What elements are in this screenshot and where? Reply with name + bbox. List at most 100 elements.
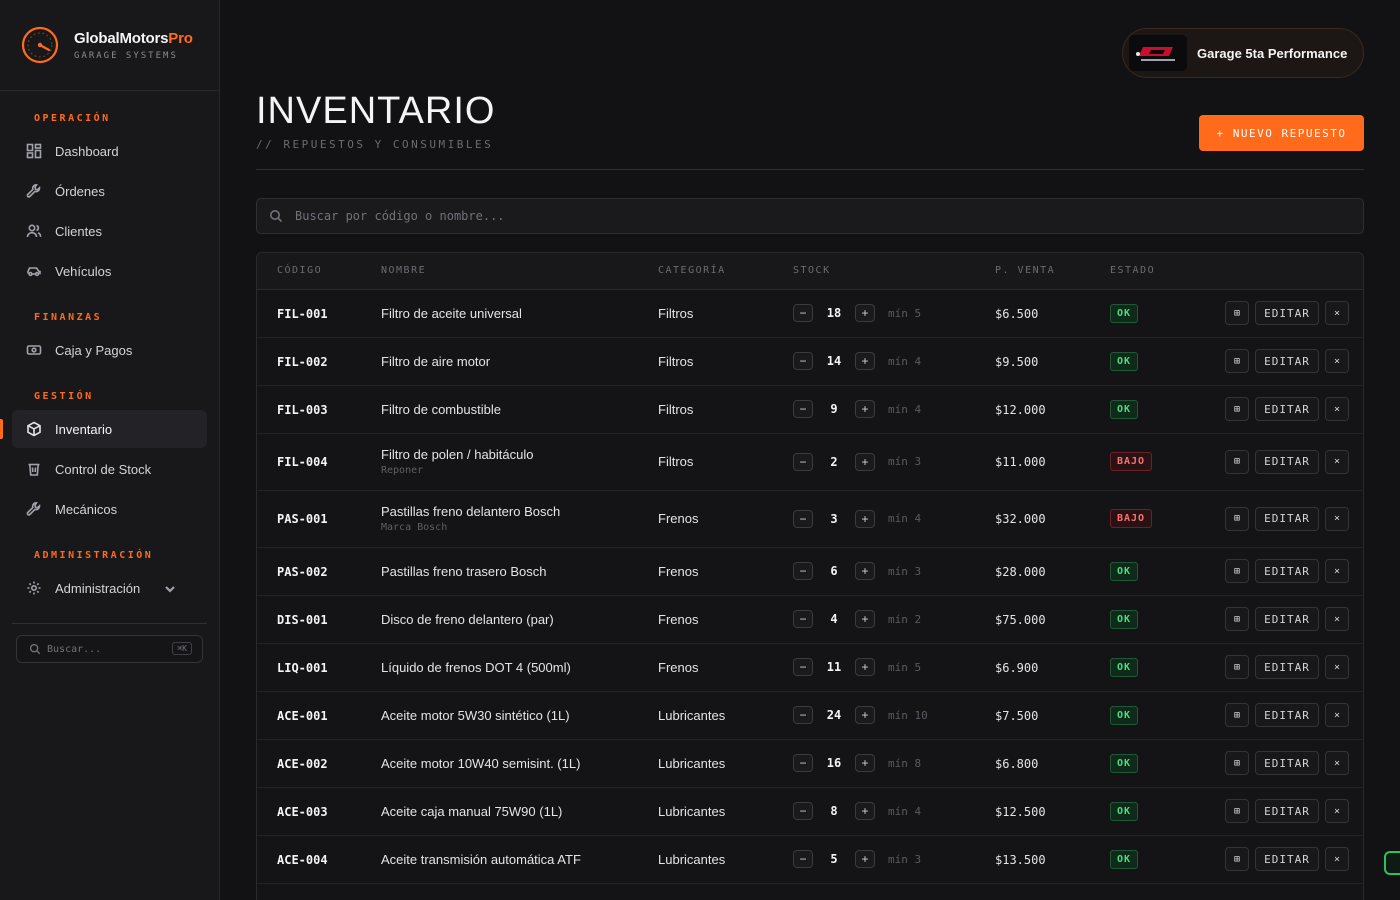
column-header-nombre[interactable]: NOMBRE <box>381 253 658 290</box>
delete-button[interactable]: × <box>1325 655 1349 679</box>
sidebar-item-ordenes[interactable]: Órdenes <box>12 172 207 210</box>
edit-button[interactable]: EDITAR <box>1255 506 1319 531</box>
edit-button[interactable]: EDITAR <box>1255 397 1319 421</box>
garage-selector[interactable]: Garage 5ta Performance <box>1122 28 1364 78</box>
barcode-button[interactable]: ⊞ <box>1225 349 1249 373</box>
table-row[interactable]: ACE-002 Aceite motor 10W40 semisint. (1L… <box>257 739 1363 788</box>
barcode-button[interactable]: ⊞ <box>1225 301 1249 325</box>
sidebar-item-control-stock[interactable]: Control de Stock <box>12 450 207 488</box>
decrement-button[interactable]: − <box>793 304 813 322</box>
decrement-button[interactable]: − <box>793 610 813 628</box>
barcode-button[interactable]: ⊞ <box>1225 397 1249 421</box>
delete-button[interactable]: × <box>1325 349 1349 373</box>
barcode-button[interactable]: ⊞ <box>1225 655 1249 679</box>
table-row[interactable]: FIL-002 Filtro de aire motor Filtros − 1… <box>257 337 1363 386</box>
table-row[interactable]: LIQ-001 Líquido de frenos DOT 4 (500ml) … <box>257 643 1363 692</box>
delete-button[interactable]: × <box>1325 559 1349 583</box>
decrement-button[interactable]: − <box>793 754 813 772</box>
increment-button[interactable]: + <box>855 509 875 528</box>
sidebar-item-inventario[interactable]: Inventario <box>0 410 207 448</box>
delete-button[interactable]: × <box>1325 397 1349 421</box>
column-header-categoria[interactable]: CATEGORÍA <box>658 253 793 290</box>
decrement-button[interactable]: − <box>793 802 813 820</box>
edit-button[interactable]: EDITAR <box>1255 655 1319 679</box>
delete-button[interactable]: × <box>1325 751 1349 775</box>
decrement-button[interactable]: − <box>793 452 813 471</box>
increment-button[interactable]: + <box>855 562 875 580</box>
floating-side-tab[interactable] <box>1384 851 1400 875</box>
edit-button[interactable]: EDITAR <box>1255 751 1319 775</box>
table-row[interactable]: ACE-004 Aceite transmisión automática AT… <box>257 835 1363 884</box>
table-row[interactable]: ACE-001 Aceite motor 5W30 sintético (1L)… <box>257 691 1363 740</box>
delete-button[interactable]: × <box>1325 449 1349 474</box>
column-header-stock[interactable]: STOCK <box>793 253 995 290</box>
brand[interactable]: GlobalMotorsPro GARAGE SYSTEMS <box>0 0 219 91</box>
barcode-button[interactable]: ⊞ <box>1225 559 1249 583</box>
delete-button[interactable]: × <box>1325 847 1349 871</box>
decrement-button[interactable]: − <box>793 706 813 724</box>
column-header-codigo[interactable]: CÓDIGO <box>257 253 381 290</box>
table-row[interactable]: FIL-004 Filtro de polen / habitáculo Rep… <box>257 433 1363 491</box>
table-row[interactable]: ACE-003 Aceite caja manual 75W90 (1L) Lu… <box>257 787 1363 836</box>
increment-button[interactable]: + <box>855 610 875 628</box>
increment-button[interactable]: + <box>855 304 875 322</box>
decrement-button[interactable]: − <box>793 509 813 528</box>
decrement-button[interactable]: − <box>793 400 813 418</box>
sidebar-item-dashboard[interactable]: Dashboard <box>12 132 207 170</box>
increment-button[interactable]: + <box>855 400 875 418</box>
edit-button[interactable]: EDITAR <box>1255 607 1319 631</box>
delete-button[interactable]: × <box>1325 607 1349 631</box>
barcode-button[interactable]: ⊞ <box>1225 449 1249 474</box>
garage-logo <box>1129 35 1187 71</box>
close-icon: × <box>1333 565 1341 577</box>
column-header-estado[interactable]: ESTADO <box>1110 253 1190 290</box>
decrement-button[interactable]: − <box>793 352 813 370</box>
table-row[interactable]: FIL-001 Filtro de aceite universal Filtr… <box>257 289 1363 338</box>
sidebar-item-clientes[interactable]: Clientes <box>12 212 207 250</box>
increment-button[interactable]: + <box>855 802 875 820</box>
sidebar-item-vehiculos[interactable]: Vehículos <box>12 252 207 290</box>
barcode-button[interactable]: ⊞ <box>1225 751 1249 775</box>
delete-button[interactable]: × <box>1325 301 1349 325</box>
table-row[interactable]: FIL-003 Filtro de combustible Filtros − … <box>257 385 1363 434</box>
sidebar-item-administracion[interactable]: Administración <box>12 569 207 607</box>
increment-button[interactable]: + <box>855 352 875 370</box>
sidebar-item-caja-pagos[interactable]: Caja y Pagos <box>12 331 207 369</box>
column-header-precio[interactable]: P. VENTA <box>995 253 1110 290</box>
barcode-button[interactable]: ⊞ <box>1225 847 1249 871</box>
increment-button[interactable]: + <box>855 850 875 868</box>
edit-button[interactable]: EDITAR <box>1255 301 1319 325</box>
table-row[interactable]: DIS-001 Disco de freno delantero (par) F… <box>257 595 1363 644</box>
status-badge: OK <box>1110 705 1139 725</box>
new-part-button[interactable]: + NUEVO REPUESTO <box>1199 115 1364 151</box>
edit-button[interactable]: EDITAR <box>1255 799 1319 823</box>
table-row[interactable]: PAS-002 Pastillas freno trasero Bosch Fr… <box>257 547 1363 596</box>
stock-stepper: − 16 + mín 8 <box>793 754 995 772</box>
edit-button[interactable]: EDITAR <box>1255 349 1319 373</box>
delete-button[interactable]: × <box>1325 703 1349 727</box>
decrement-button[interactable]: − <box>793 562 813 580</box>
barcode-button[interactable]: ⊞ <box>1225 703 1249 727</box>
main-content: Garage 5ta Performance INVENTARIO // REP… <box>220 0 1400 900</box>
edit-button[interactable]: EDITAR <box>1255 847 1319 871</box>
edit-button[interactable]: EDITAR <box>1255 559 1319 583</box>
inventory-search[interactable] <box>256 198 1364 234</box>
grid-icon: ⊞ <box>1233 565 1241 577</box>
barcode-button[interactable]: ⊞ <box>1225 799 1249 823</box>
barcode-button[interactable]: ⊞ <box>1225 506 1249 531</box>
delete-button[interactable]: × <box>1325 799 1349 823</box>
sidebar-item-mecanicos[interactable]: Mecánicos <box>12 490 207 528</box>
edit-button[interactable]: EDITAR <box>1255 703 1319 727</box>
table-row[interactable]: PAS-001 Pastillas freno delantero Bosch … <box>257 490 1363 548</box>
inventory-search-input[interactable] <box>295 209 1363 223</box>
increment-button[interactable]: + <box>855 706 875 724</box>
sidebar-search-input[interactable]: Buscar... ⌘K <box>16 635 203 663</box>
edit-button[interactable]: EDITAR <box>1255 449 1319 474</box>
delete-button[interactable]: × <box>1325 506 1349 531</box>
decrement-button[interactable]: − <box>793 658 813 676</box>
increment-button[interactable]: + <box>855 754 875 772</box>
increment-button[interactable]: + <box>855 658 875 676</box>
barcode-button[interactable]: ⊞ <box>1225 607 1249 631</box>
decrement-button[interactable]: − <box>793 850 813 868</box>
increment-button[interactable]: + <box>855 452 875 471</box>
